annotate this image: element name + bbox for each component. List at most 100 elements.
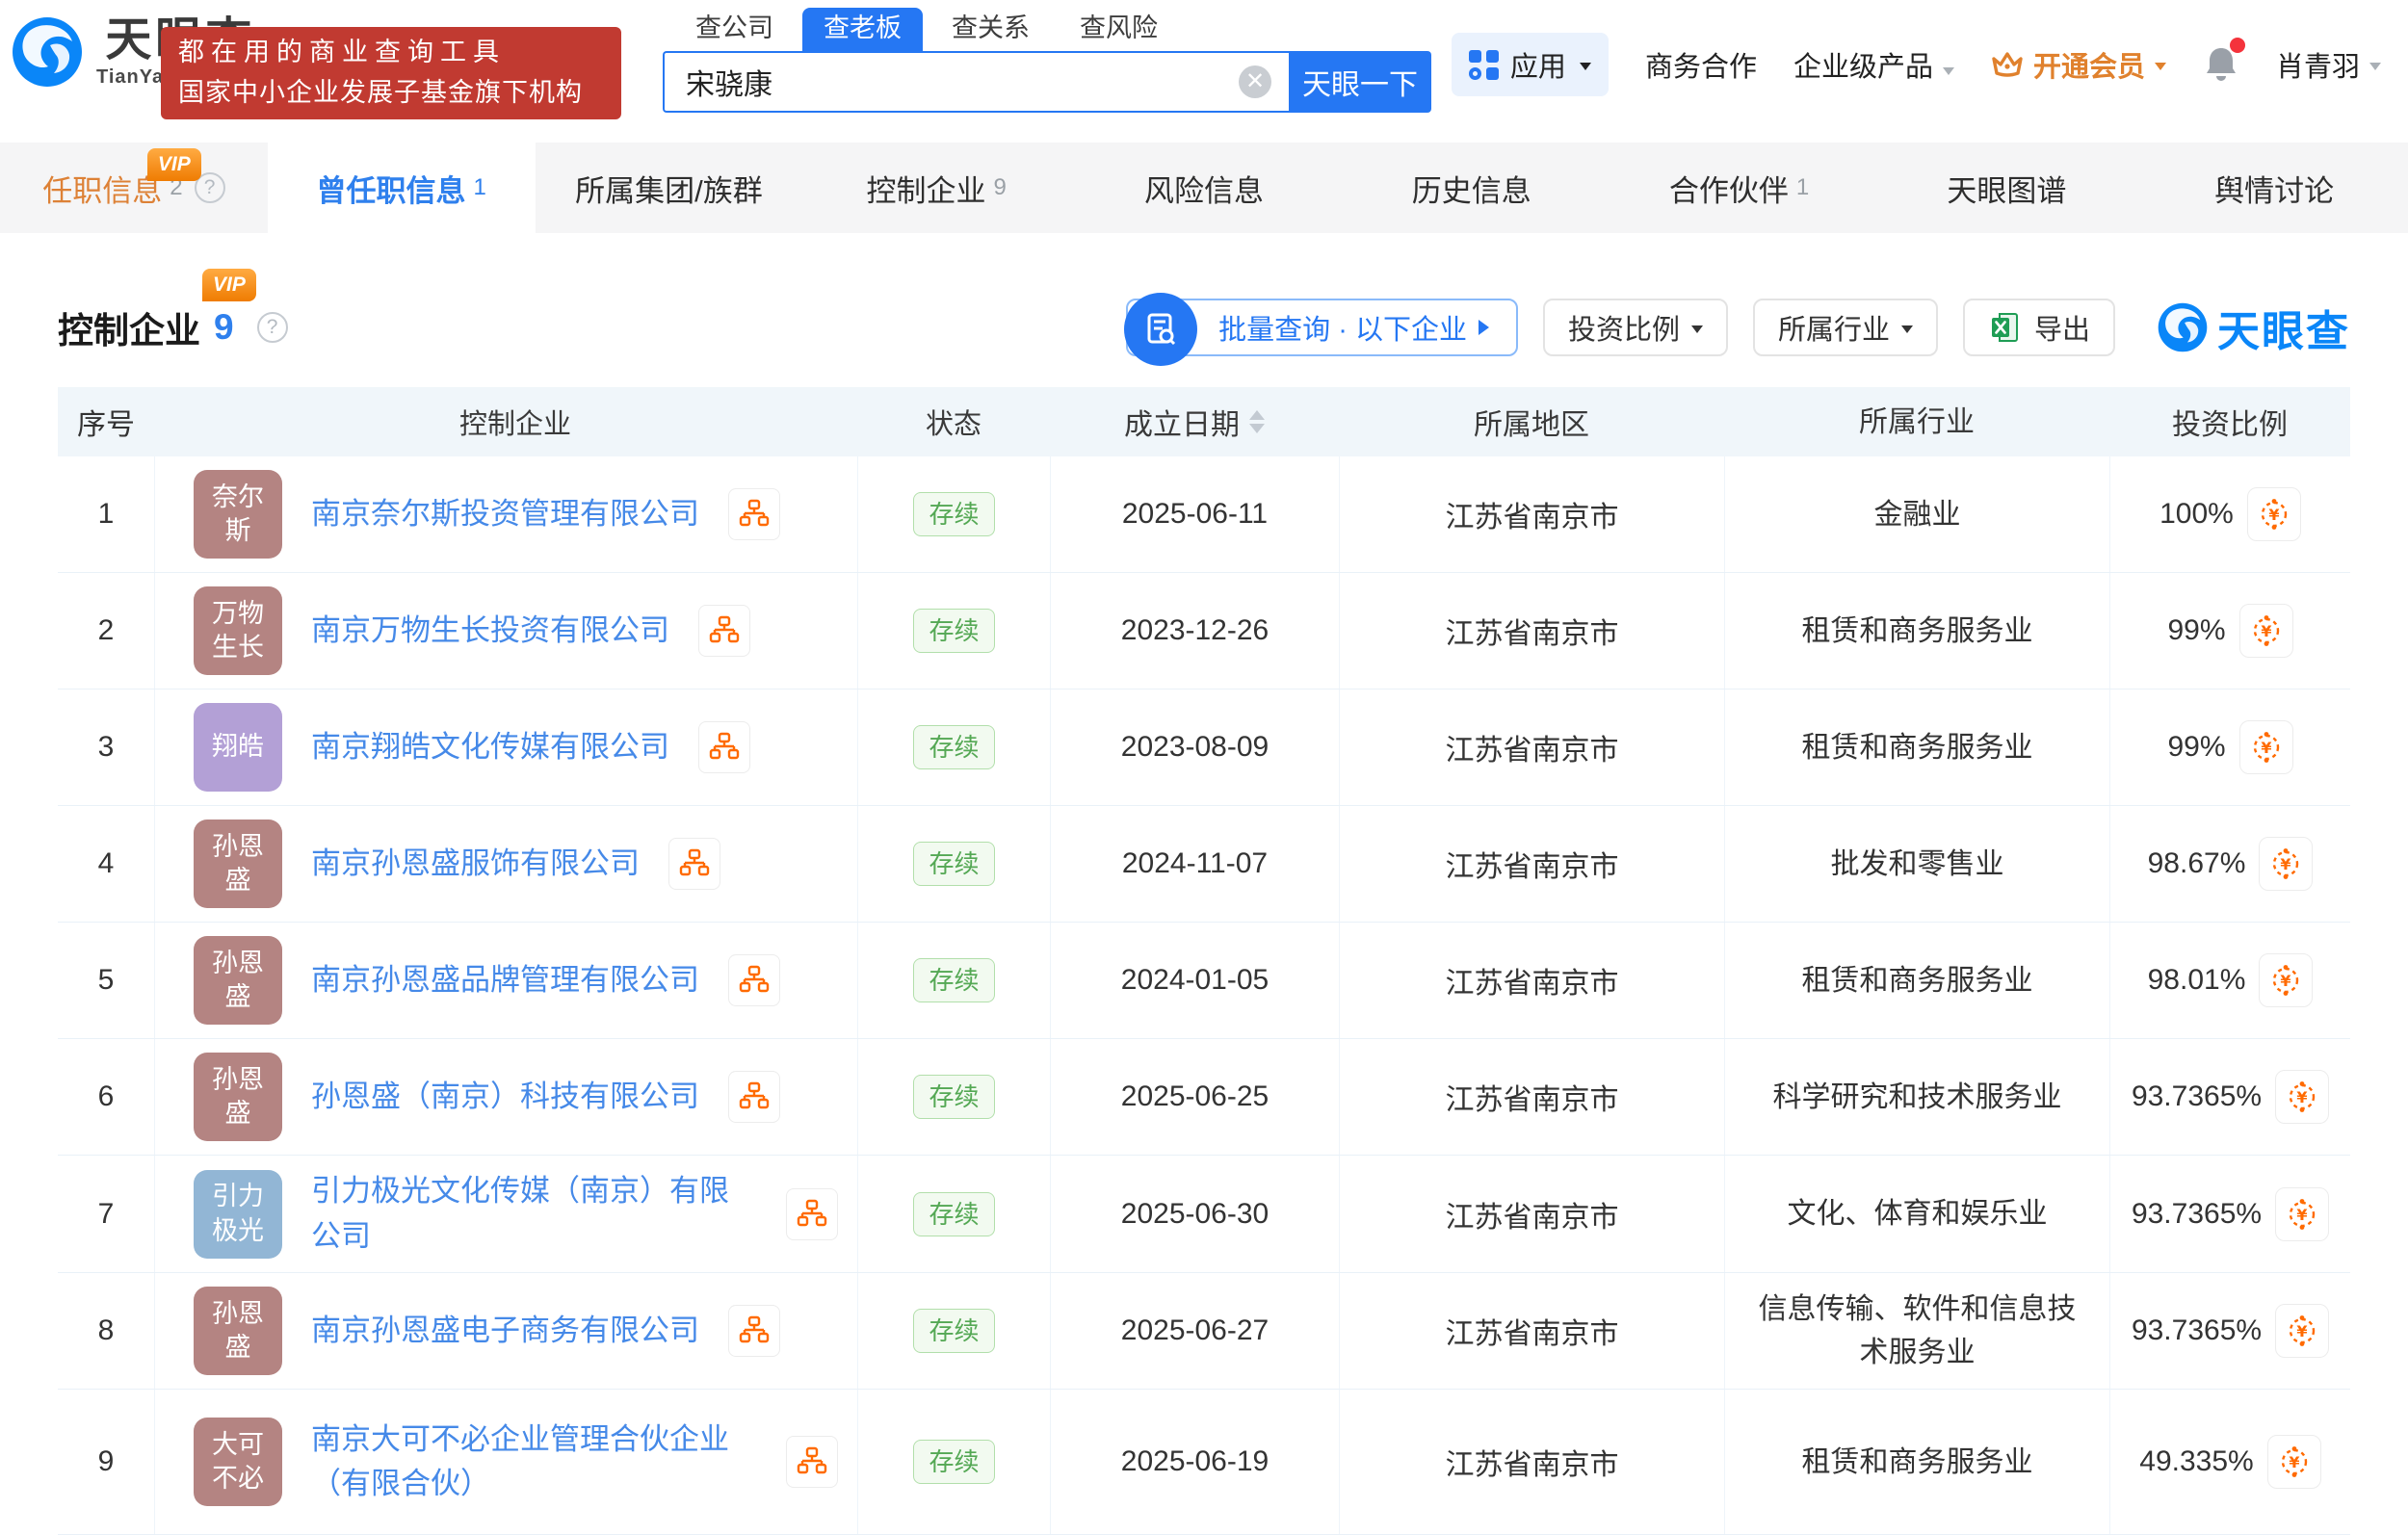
profile-tab[interactable]: 曾任职信息 1 <box>267 143 536 233</box>
profile-tab[interactable]: 风险信息 <box>1070 143 1338 233</box>
investment-path-icon[interactable]: ¥ <box>2275 1186 2330 1241</box>
company-link[interactable]: 南京万物生长投资有限公司 <box>311 609 669 654</box>
table-row: 1 奈尔 斯 南京奈尔斯投资管理有限公司 存续 2025-06-11 江苏省南京… <box>58 456 2350 573</box>
open-vip-link[interactable]: 开通会员 <box>1991 44 2166 85</box>
profile-tab[interactable]: 历史信息 <box>1338 143 1606 233</box>
region: 江苏省南京市 <box>1339 689 1724 805</box>
investment-path-icon[interactable]: ¥ <box>2246 487 2301 541</box>
equity-structure-icon[interactable] <box>728 488 780 540</box>
equity-structure-icon[interactable] <box>786 1436 838 1488</box>
company-link[interactable]: 南京孙恩盛品牌管理有限公司 <box>311 958 699 1003</box>
investment-path-icon[interactable]: ¥ <box>2275 1070 2330 1124</box>
search-input[interactable] <box>663 51 1289 113</box>
search-type-tab[interactable]: 查风险 <box>1059 8 1179 51</box>
investment-path-icon[interactable]: ¥ <box>2238 720 2293 774</box>
region: 江苏省南京市 <box>1339 1273 1724 1389</box>
founded-date: 2025-06-19 <box>1050 1390 1339 1534</box>
founded-date: 2024-11-07 <box>1050 806 1339 922</box>
profile-tab[interactable]: VIP 任职信息 2 ? <box>0 143 268 233</box>
vip-badge: VIP <box>146 148 201 181</box>
company-cell: 孙恩 盛 南京孙恩盛服饰有限公司 <box>154 806 857 922</box>
header-company: 控制企业 <box>458 409 571 440</box>
export-button[interactable]: 导出 <box>1962 299 2115 356</box>
company-link[interactable]: 南京孙恩盛电子商务有限公司 <box>311 1309 699 1354</box>
profile-tab[interactable]: 合作伙伴 1 <box>1606 143 1873 233</box>
search-type-tab[interactable]: 查老板 <box>802 8 923 51</box>
investment-path-icon[interactable]: ¥ <box>2259 953 2314 1007</box>
industry: 科学研究和技术服务业 <box>1724 1039 2109 1155</box>
username: 肖青羽 <box>2275 52 2360 83</box>
status-badge: 存续 <box>913 492 995 536</box>
status-badge: 存续 <box>913 842 995 886</box>
industry-filter-dropdown[interactable]: 所属行业 <box>1752 299 1938 356</box>
section-title: 控制企业 <box>58 311 200 351</box>
help-icon[interactable]: ? <box>256 312 288 343</box>
ratio-value: 99% <box>2167 731 2226 763</box>
founded-date: 2025-06-11 <box>1050 456 1339 572</box>
clear-search-icon[interactable]: ✕ <box>1239 65 1271 98</box>
company-link[interactable]: 南京奈尔斯投资管理有限公司 <box>311 492 699 537</box>
ratio-value: 99% <box>2167 614 2226 646</box>
company-link[interactable]: 南京大可不必企业管理合伙企业（有限合伙） <box>311 1418 757 1507</box>
header-date: 成立日期 <box>1050 401 1339 443</box>
table-row: 7 引力 极光 引力极光文化传媒（南京）有限公司 存续 2025-06-30 江… <box>58 1156 2350 1273</box>
section-count: 9 <box>214 307 234 347</box>
ratio-value: 98.67% <box>2147 847 2246 879</box>
profile-tab-bar: VIP 任职信息 2 ? 曾任职信息 1 所属集团/族群 控制企业 9 风险信息… <box>0 143 2408 233</box>
date-sort-control[interactable] <box>1249 410 1265 433</box>
profile-tab[interactable]: 控制企业 9 <box>802 143 1070 233</box>
ratio-filter-dropdown[interactable]: 投资比例 <box>1542 299 1728 356</box>
investment-path-icon[interactable]: ¥ <box>2238 604 2293 658</box>
search-type-tab[interactable]: 查关系 <box>930 8 1051 51</box>
table-row: 8 孙恩 盛 南京孙恩盛电子商务有限公司 存续 2025-06-27 江苏省南京… <box>58 1273 2350 1390</box>
search-type-tab[interactable]: 查公司 <box>674 8 795 51</box>
company-avatar: 孙恩 盛 <box>194 936 282 1025</box>
section-header: VIP 控制企业 9 ? 批量查询 · 以下企业 投资比例 所属行业 导出 天眼… <box>58 269 2350 366</box>
equity-structure-icon[interactable] <box>728 954 780 1006</box>
user-menu[interactable]: 肖青羽 <box>2276 44 2381 85</box>
status-badge: 存续 <box>913 1309 995 1353</box>
company-link[interactable]: 孙恩盛（南京）科技有限公司 <box>311 1075 699 1120</box>
search-area: 查公司 查老板 查关系 查风险 ✕ 天眼一下 <box>663 8 1431 113</box>
apps-menu[interactable]: 应用 <box>1451 33 1609 96</box>
ratio-value: 100% <box>2159 498 2234 530</box>
company-avatar: 孙恩 盛 <box>194 1053 282 1141</box>
company-link[interactable]: 南京翔皓文化传媒有限公司 <box>311 725 669 770</box>
table-row: 2 万物 生长 南京万物生长投资有限公司 存续 2023-12-26 江苏省南京… <box>58 573 2350 689</box>
equity-structure-icon[interactable] <box>698 605 750 657</box>
svg-text:¥: ¥ <box>2281 972 2291 990</box>
equity-structure-icon[interactable] <box>698 721 750 773</box>
company-link[interactable]: 南京孙恩盛服饰有限公司 <box>311 842 640 887</box>
equity-structure-icon[interactable] <box>728 1071 780 1123</box>
vip-badge: VIP <box>202 269 256 301</box>
chevron-down-icon <box>1690 325 1703 339</box>
company-link[interactable]: 引力极光文化传媒（南京）有限公司 <box>311 1169 757 1259</box>
region: 江苏省南京市 <box>1339 456 1724 572</box>
ratio-value: 93.7365% <box>2131 1314 2263 1346</box>
equity-structure-icon[interactable] <box>668 838 720 890</box>
tianyancha-logo-icon <box>13 16 82 87</box>
batch-query-button[interactable]: 批量查询 · 以下企业 <box>1124 293 1518 366</box>
search-button[interactable]: 天眼一下 <box>1289 51 1431 113</box>
tianyancha-logo-icon <box>2158 302 2208 352</box>
row-index: 3 <box>97 731 115 763</box>
equity-structure-icon[interactable] <box>728 1305 780 1357</box>
caret-right-icon <box>1478 320 1497 335</box>
business-coop-link[interactable]: 商务合作 <box>1645 44 1757 85</box>
company-avatar: 孙恩 盛 <box>194 1287 282 1375</box>
enterprise-products-link[interactable]: 企业级产品 <box>1793 44 1954 85</box>
founded-date: 2023-12-26 <box>1050 573 1339 689</box>
slogan-line2: 国家中小企业发展子基金旗下机构 <box>178 78 583 107</box>
profile-tab[interactable]: 舆情讨论 <box>2140 143 2408 233</box>
profile-tab[interactable]: 所属集团/族群 <box>536 143 803 233</box>
company-avatar: 孙恩 盛 <box>194 820 282 908</box>
table-row: 4 孙恩 盛 南京孙恩盛服饰有限公司 存续 2024-11-07 江苏省南京市 … <box>58 806 2350 923</box>
header-right-nav: 应用 商务合作 企业级产品 开通会员 肖青羽 <box>1451 33 2381 96</box>
table-row: 9 大可 不必 南京大可不必企业管理合伙企业（有限合伙） 存续 2025-06-… <box>58 1390 2350 1535</box>
investment-path-icon[interactable]: ¥ <box>2275 1304 2330 1358</box>
investment-path-icon[interactable]: ¥ <box>2259 837 2314 891</box>
equity-structure-icon[interactable] <box>786 1187 838 1240</box>
notifications-bell-icon[interactable] <box>2203 38 2245 84</box>
notification-dot <box>2229 38 2245 53</box>
profile-tab[interactable]: 天眼图谱 <box>1872 143 2140 233</box>
